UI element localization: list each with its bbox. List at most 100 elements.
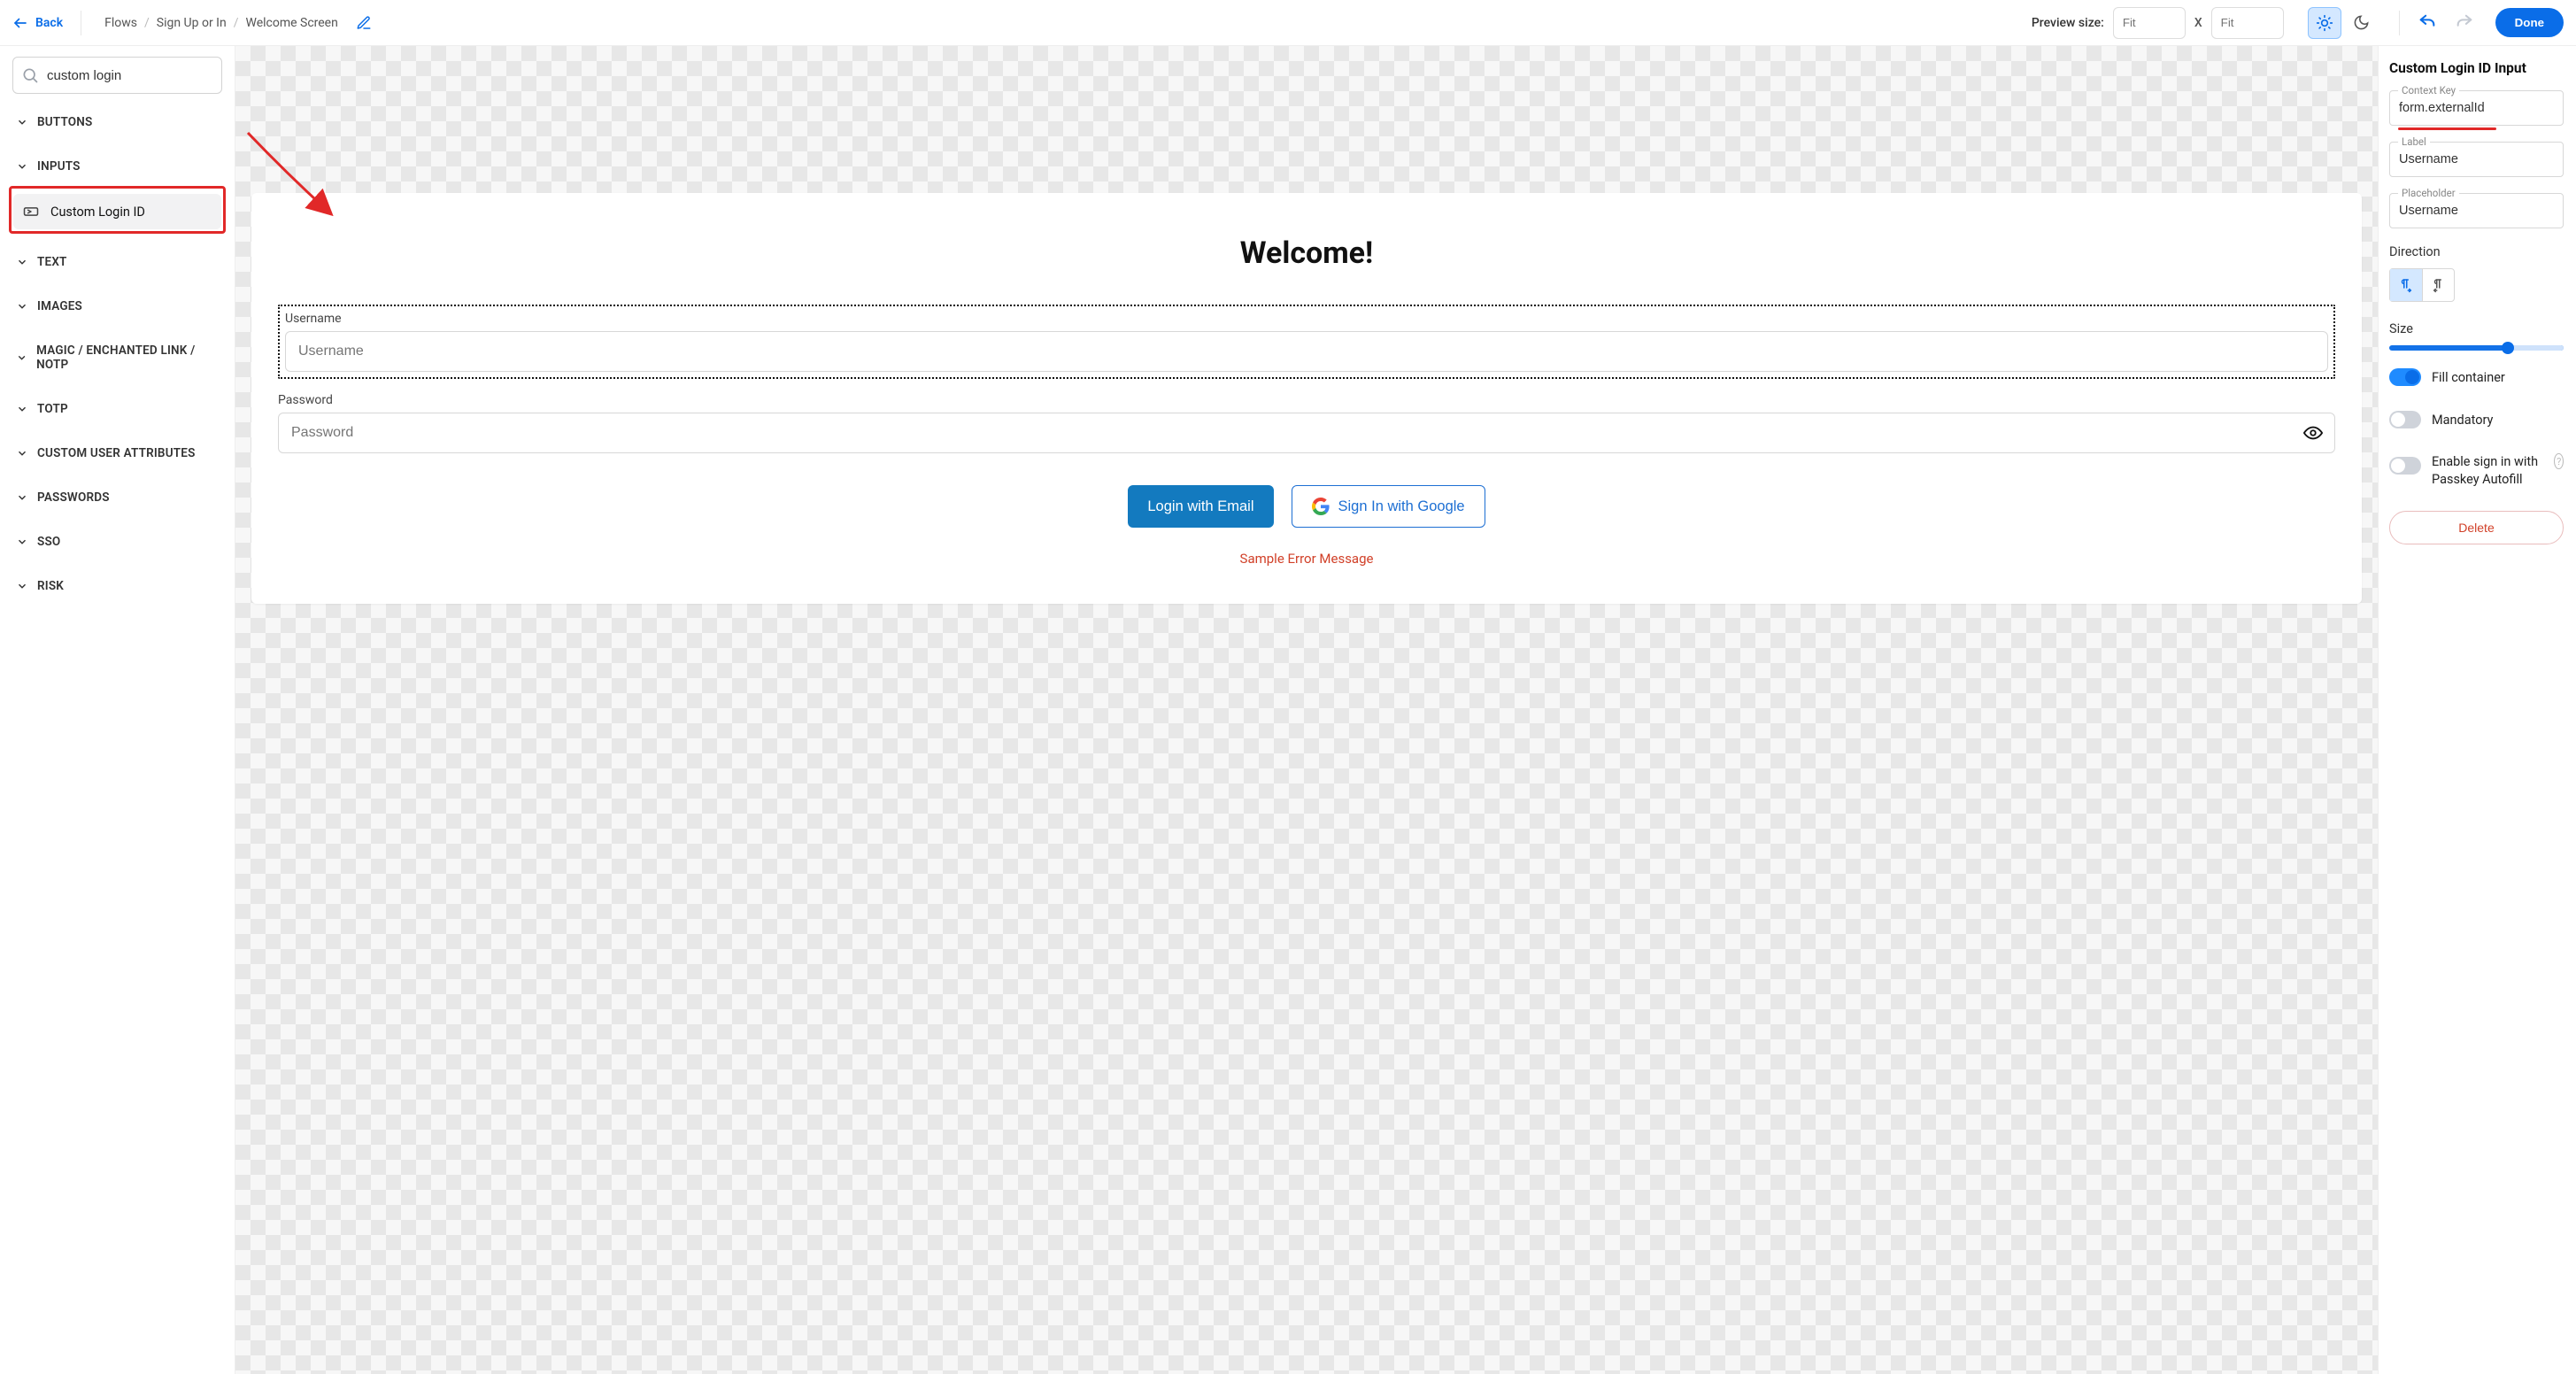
component-search-input[interactable] (12, 57, 222, 94)
label-field-label: Label (2398, 135, 2430, 148)
eye-icon (2303, 423, 2323, 443)
breadcrumb-separator: / (144, 16, 150, 30)
category-images[interactable]: IMAGES (12, 290, 222, 322)
light-theme-button[interactable] (2308, 7, 2341, 39)
properties-panel: Custom Login ID Input Context Key Label … (2378, 46, 2576, 1374)
category-label: IMAGES (37, 299, 82, 313)
redo-icon (2455, 13, 2474, 33)
input-icon (22, 203, 40, 220)
selected-element-outline[interactable]: Username (278, 305, 2335, 379)
redo-button[interactable] (2455, 13, 2474, 33)
breadcrumb-separator: / (234, 16, 239, 30)
mandatory-row: Mandatory (2389, 411, 2564, 428)
password-label: Password (278, 393, 2335, 407)
breadcrumb-screen[interactable]: Welcome Screen (245, 16, 337, 30)
category-custom-user-attributes[interactable]: CUSTOM USER ATTRIBUTES (12, 437, 222, 469)
chevron-down-icon (16, 160, 28, 173)
breadcrumb-flow[interactable]: Sign Up or In (157, 16, 227, 30)
category-risk[interactable]: RISK (12, 570, 222, 602)
passkey-toggle[interactable] (2389, 457, 2421, 475)
fill-container-toggle[interactable] (2389, 368, 2421, 386)
category-label: PASSWORDS (37, 490, 110, 505)
undo-icon (2418, 13, 2437, 33)
chevron-down-icon (16, 536, 28, 548)
category-label: BUTTONS (37, 115, 92, 129)
chevron-down-icon (16, 491, 28, 504)
pencil-icon (356, 15, 372, 31)
undo-button[interactable] (2418, 13, 2437, 33)
category-magic[interactable]: MAGIC / ENCHANTED LINK / NOTP (12, 335, 222, 381)
divider (2399, 11, 2400, 35)
breadcrumb-root[interactable]: Flows (104, 16, 137, 30)
back-button[interactable]: Back (12, 15, 63, 31)
google-signin-button[interactable]: Sign In with Google (1292, 485, 1485, 528)
category-label: CUSTOM USER ATTRIBUTES (37, 446, 196, 460)
canvas[interactable]: Welcome! Username Password Login with Em… (235, 46, 2378, 1374)
preview-separator: X (2194, 16, 2202, 30)
passkey-row: Enable sign in with Passkey Autofill ? (2389, 453, 2564, 488)
size-label: Size (2389, 321, 2564, 336)
edit-button[interactable] (356, 15, 372, 31)
category-label: TEXT (37, 255, 67, 269)
sidebar-item-custom-login-id[interactable]: Custom Login ID (13, 194, 221, 229)
topbar: Back Flows / Sign Up or In / Welcome Scr… (0, 0, 2576, 46)
password-visibility-toggle[interactable] (2303, 423, 2323, 446)
context-key-label: Context Key (2398, 84, 2459, 96)
chevron-down-icon (16, 447, 28, 459)
arrow-left-icon (12, 15, 28, 31)
screen-card: Welcome! Username Password Login with Em… (251, 193, 2362, 604)
passkey-help-button[interactable]: ? (2554, 453, 2564, 469)
done-button[interactable]: Done (2495, 8, 2564, 37)
mandatory-toggle[interactable] (2389, 411, 2421, 428)
sidebar-group-inputs: INPUTS Custom Login ID (12, 151, 222, 234)
google-signin-label: Sign In with Google (1338, 498, 1465, 515)
category-inputs[interactable]: INPUTS (12, 151, 222, 182)
mandatory-label: Mandatory (2432, 413, 2493, 428)
sidebar-item-label: Custom Login ID (50, 205, 145, 220)
rtl-icon (2431, 277, 2447, 293)
preview-width-input[interactable] (2113, 7, 2186, 39)
password-input[interactable] (278, 413, 2335, 453)
direction-label: Direction (2389, 244, 2564, 259)
category-label: SSO (37, 535, 60, 549)
fill-container-label: Fill container (2432, 370, 2505, 385)
category-label: RISK (37, 579, 64, 593)
preview-size: Preview size: X (2032, 7, 2284, 39)
username-input[interactable] (285, 331, 2328, 372)
sidebar-group-buttons: BUTTONS (12, 106, 222, 138)
direction-toggle (2389, 268, 2455, 302)
direction-rtl-button[interactable] (2422, 269, 2454, 301)
ltr-icon (2398, 277, 2414, 293)
login-email-button[interactable]: Login with Email (1128, 485, 1273, 528)
size-slider[interactable] (2389, 345, 2564, 351)
properties-title: Custom Login ID Input (2389, 60, 2564, 76)
direction-ltr-button[interactable] (2390, 269, 2422, 301)
moon-icon (2353, 14, 2370, 31)
welcome-title: Welcome! (278, 235, 2335, 271)
username-label: Username (285, 312, 2328, 326)
passkey-label: Enable sign in with Passkey Autofill (2432, 453, 2540, 488)
category-text[interactable]: TEXT (12, 246, 222, 278)
chevron-down-icon (16, 351, 27, 364)
chevron-down-icon (16, 116, 28, 128)
search-icon (21, 66, 39, 84)
sun-icon (2316, 14, 2333, 32)
dark-theme-button[interactable] (2345, 7, 2379, 39)
fill-container-row: Fill container (2389, 368, 2564, 386)
chevron-down-icon (16, 580, 28, 592)
category-label: INPUTS (37, 159, 81, 174)
chevron-down-icon (16, 403, 28, 415)
category-sso[interactable]: SSO (12, 526, 222, 558)
category-label: MAGIC / ENCHANTED LINK / NOTP (36, 344, 219, 372)
category-buttons[interactable]: BUTTONS (12, 106, 222, 138)
breadcrumb: Flows / Sign Up or In / Welcome Screen (104, 16, 338, 30)
category-passwords[interactable]: PASSWORDS (12, 482, 222, 513)
category-totp[interactable]: TOTP (12, 393, 222, 425)
chevron-down-icon (16, 300, 28, 313)
back-label: Back (35, 16, 63, 30)
preview-height-input[interactable] (2211, 7, 2284, 39)
chevron-down-icon (16, 256, 28, 268)
delete-button[interactable]: Delete (2389, 511, 2564, 544)
annotation-underline (2398, 127, 2496, 130)
annotation-highlight-box: Custom Login ID (9, 186, 226, 234)
